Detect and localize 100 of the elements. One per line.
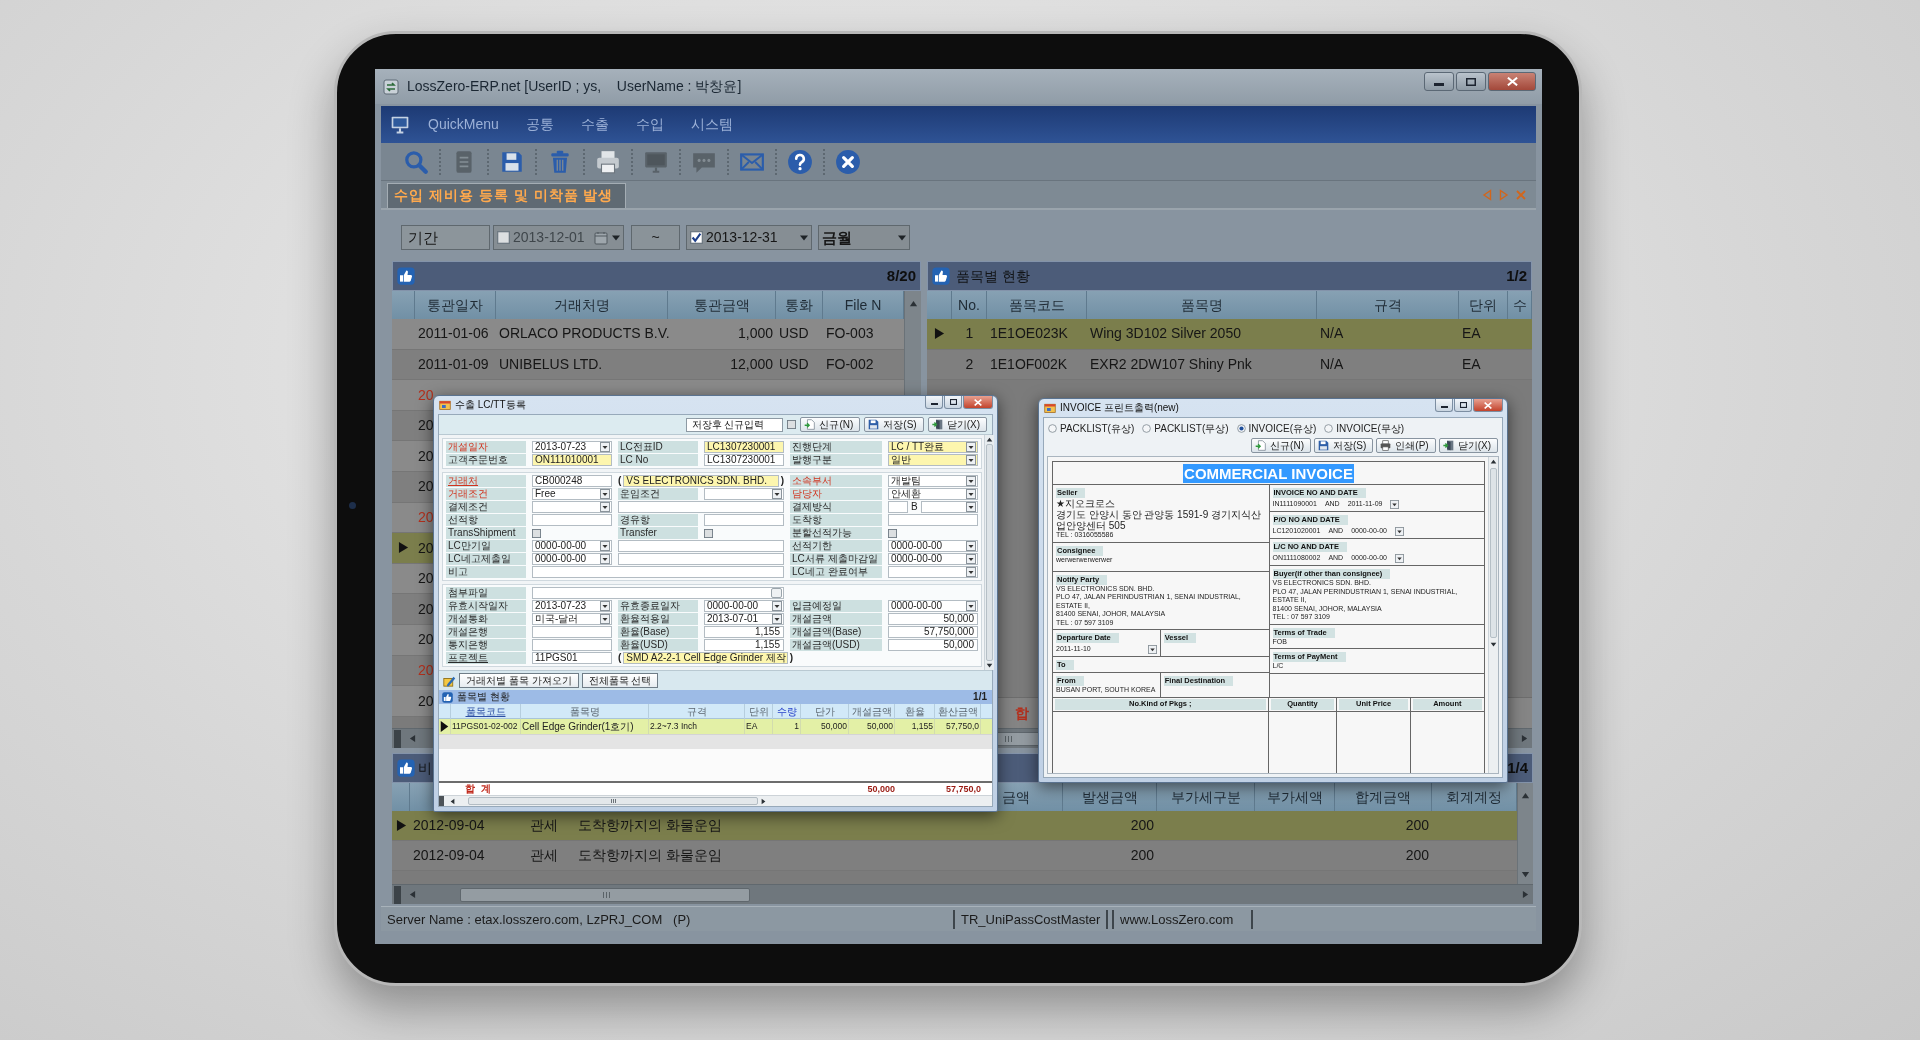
field-label: Transfer (618, 527, 698, 539)
parenthesis: ) (789, 652, 794, 664)
table-cell: USD (779, 356, 809, 372)
field-label: 유효시작일자 (446, 600, 526, 612)
total-label: 합 계 (465, 783, 491, 794)
table-cell: EA (1462, 356, 1481, 372)
panel-title: 품목별 현황 (956, 267, 1030, 285)
field-label: LC전표ID (618, 441, 698, 453)
field-label: 개설금액(USD) (790, 639, 882, 651)
field-label: 개설통화 (446, 613, 526, 625)
field-label: 비고 (446, 566, 526, 578)
table-cell: 2011-01-09 (418, 356, 489, 372)
table-cell: 20 (418, 661, 434, 678)
field-label: 기간 (401, 225, 490, 250)
table-cell: 20 (418, 447, 434, 464)
field-label: 거래조건 (446, 488, 526, 500)
table-cell: 1E1OE023K (990, 325, 1068, 342)
panel-title: 품목별 현황 (457, 691, 510, 703)
dialog-title: 수출 LC/TT등록 (455, 399, 526, 411)
field-label: 분할선적가능 (790, 527, 882, 539)
table-cell: N/A (1320, 325, 1344, 342)
field-label: 유효종료일자 (618, 600, 698, 612)
field-label: 환율(USD) (618, 639, 698, 651)
table-cell: 50,000 (821, 721, 847, 731)
page-count: 1/4 (1507, 759, 1528, 777)
total-label: 합 (1015, 704, 1029, 721)
field-label: 소속부서 (790, 475, 882, 487)
table-cell: EXR2 2DW107 Shiny Pnk (1090, 356, 1252, 372)
page-count: 1/2 (1506, 267, 1527, 285)
total-amount: 50,000 (867, 783, 895, 794)
panel-title: 비 (418, 759, 432, 777)
table-cell: 12,000 (730, 356, 773, 372)
status-text: www.LossZero.com (1112, 909, 1253, 929)
table-cell: 2 (965, 356, 974, 372)
status-text: Server Name : etax.losszero.com, LzPRJ_COM (P) (381, 909, 955, 929)
table-cell: EA (1462, 325, 1481, 342)
field-label: 도착항 (790, 514, 882, 526)
field-label: LC No (618, 454, 698, 466)
window-title: LossZero-ERP.net [UserID ; ys, UserName : 박창윤] (407, 78, 742, 95)
field-label: LC네고 완료여부 (790, 566, 882, 578)
parenthesis: ) (780, 475, 784, 487)
table-cell: 1 (965, 325, 974, 342)
field-label: 선적기한 (790, 540, 882, 552)
field-label: 결제조건 (446, 501, 526, 513)
total-amount: 57,750,0 (945, 783, 981, 794)
table-cell: 1,000 (737, 325, 773, 342)
table-cell: 2011-01-06 (418, 325, 489, 342)
table-cell: 20 (418, 417, 434, 434)
table-cell: FO-002 (826, 356, 874, 372)
field-label: 환율(Base) (618, 626, 698, 638)
table-cell: Cell Edge Grinder(1호기) (522, 721, 634, 732)
field-text: B (911, 501, 918, 513)
table-cell: FO-003 (826, 325, 874, 342)
field-label: 담당자 (790, 488, 882, 500)
table-cell: 2.2~7.3 Inch (650, 721, 698, 731)
table-cell: 1 (794, 721, 799, 731)
field-label: 통지은행 (446, 639, 526, 651)
field-label: LC서류 제출마감일 (790, 553, 882, 565)
table-cell: 20 (418, 692, 434, 709)
field-label: 운임조건 (618, 488, 698, 500)
field-label: LC네고제출일 (446, 553, 526, 565)
table-cell: 2012-09-04 (413, 847, 485, 864)
range-separator: ~ (631, 225, 680, 250)
page-count: 8/20 (886, 267, 916, 285)
field-label: 첨부파일 (446, 587, 526, 599)
field-text: 경기도 안양시 동안 관양동 1591-9 경기지식산업안양센터 505 (1056, 509, 1263, 531)
field-label: 입금예정일 (790, 600, 882, 612)
table-cell: Wing 3D102 Silver 2050 (1090, 325, 1241, 342)
field-label: 개설금액 (790, 613, 882, 625)
table-cell: 11PGS01-02-002 (452, 721, 518, 731)
field-label: TransShipment (446, 527, 526, 539)
table-cell: 57,750,0 (945, 721, 979, 731)
table-cell: EA (746, 721, 758, 731)
parenthesis: ( (618, 475, 622, 487)
table-cell: 1,155 (911, 721, 933, 731)
table-cell: 1E1OF002K (990, 356, 1068, 372)
table-cell: 20 (418, 570, 434, 587)
table-cell: 20 (418, 631, 434, 648)
table-cell: 200 (1130, 847, 1154, 864)
table-cell: UNIBELUS LTD. (499, 356, 603, 372)
field-label: 결제방식 (790, 501, 882, 513)
field-label: 선적항 (446, 514, 526, 526)
field-label: 경유항 (618, 514, 698, 526)
parenthesis: ( (618, 652, 622, 664)
dialog-title: INVOICE 프린트출력(new) (1060, 402, 1179, 414)
document-heading: COMMERCIAL INVOICE (1183, 463, 1354, 483)
field-label: LC만기일 (446, 540, 526, 552)
table-cell: 200 (1130, 817, 1154, 834)
status-text: TR_UniPassCostMaster (955, 909, 1108, 929)
option-label: 저장후 신규입력 (685, 417, 784, 432)
table-cell: 관세 (529, 847, 558, 864)
table-cell: 20 (418, 478, 434, 495)
table-cell: 도착항까지의 화물운임 (578, 847, 722, 864)
table-cell: 2012-09-04 (413, 817, 485, 834)
field-label: 환율적용일 (618, 613, 698, 625)
table-cell: ORLACO PRODUCTS B.V. (499, 325, 670, 342)
table-cell: 20 (418, 539, 434, 556)
table-cell: 20 (418, 386, 434, 403)
field-label: 고객주문번호 (446, 454, 526, 466)
table-cell: 도착항까지의 화물운임 (578, 817, 722, 834)
